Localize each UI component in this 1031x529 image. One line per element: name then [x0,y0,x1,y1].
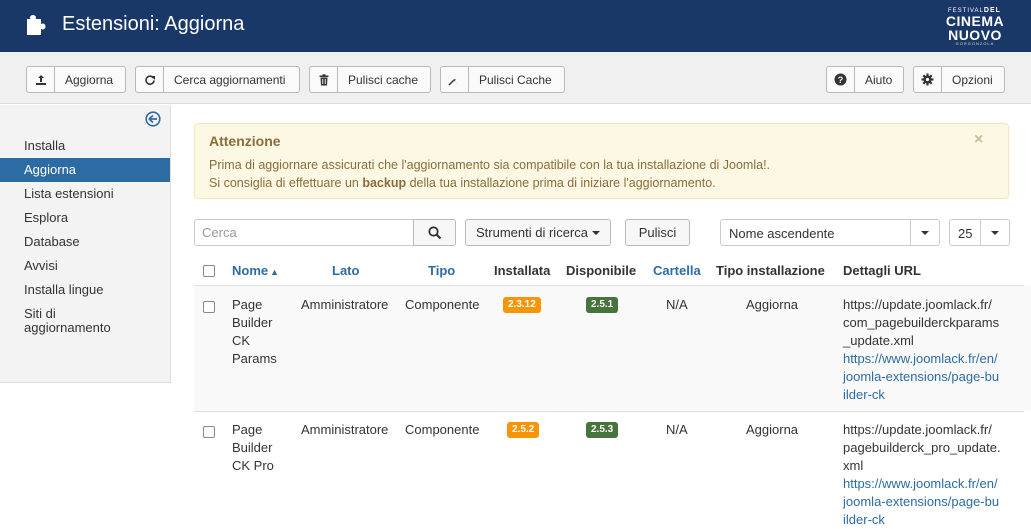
sidebar-item-avvisi[interactable]: Avvisi [0,254,170,278]
upload-icon [27,67,55,92]
list-limit-select[interactable]: 25 [949,219,1010,246]
extension-name: Page Builder CK Pro [232,422,274,473]
search-icon [427,225,441,239]
clear-filters-button[interactable]: Pulisci [625,219,690,246]
question-icon: ? [827,67,855,92]
warning-alert: Attenzione Prima di aggiornare assicurat… [194,123,1009,199]
puzzle-icon [27,15,46,35]
sidebar-item-installa[interactable]: Installa [0,134,170,158]
extension-folder: N/A [666,422,688,437]
collapse-sidebar-icon[interactable] [145,111,161,127]
column-header-available: Disponibile [566,263,637,278]
toolbar: Aggiorna Cerca aggiornamenti Pulisci cac… [0,52,1031,104]
extension-folder: N/A [666,297,688,312]
row-checkbox[interactable] [203,301,215,313]
alert-close-button[interactable]: × [974,131,983,149]
search-input[interactable]: Cerca [194,219,414,246]
table-divider [194,411,1024,412]
search-tools-button[interactable]: Strumenti di ricerca [465,219,611,246]
available-version-badge: 2.5.1 [586,297,619,313]
info-url-link[interactable]: https://www.joomlack.fr/en/ joomla-exten… [843,475,1011,529]
festival-logo: FESTIVALDEL CINEMA NUOVO GORGONZOLA [945,7,1005,46]
available-version-badge: 2.5.3 [586,422,619,438]
extension-type: Componente [405,297,480,312]
caret-down-icon [980,220,1009,245]
sidebar: Installa Aggiorna Lista estensioni Esplo… [0,105,171,383]
installed-version-badge: 2.3.12 [503,297,541,313]
extension-client: Amministratore [301,297,389,312]
alert-heading: Attenzione [209,133,281,149]
clear-cache-button[interactable]: Pulisci Cache [440,66,565,93]
sidebar-item-aggiorna[interactable]: Aggiorna [0,158,170,182]
extension-install-type: Aggiorna [746,422,799,437]
installed-version-badge: 2.5.2 [507,422,540,438]
caret-down-icon [591,230,600,235]
column-header-details: Dettagli URL [843,263,921,278]
caret-down-icon [910,220,939,245]
update-button[interactable]: Aggiorna [26,66,126,93]
sidebar-menu: Installa Aggiorna Lista estensioni Esplo… [0,134,170,340]
search-button[interactable] [413,219,456,246]
details-url: https://update.joomlack.fr/ com_pagebuil… [843,296,1011,404]
alert-message-line1: Prima di aggiornare assicurati che l'agg… [209,158,771,172]
gear-icon [914,67,942,92]
column-header-type[interactable]: Tipo [428,263,455,278]
column-header-folder[interactable]: Cartella [653,263,701,278]
extension-name: Page Builder CK Params [232,297,277,366]
options-button[interactable]: Opzioni [913,66,1005,93]
refresh-icon [136,67,164,92]
find-updates-button[interactable]: Cerca aggiornamenti [135,66,300,93]
sidebar-item-siti-aggiornamento[interactable]: Siti di aggiornamento [0,302,111,340]
sidebar-item-database[interactable]: Database [0,230,170,254]
help-button[interactable]: ? Aiuto [826,66,904,93]
row-checkbox[interactable] [203,426,215,438]
sidebar-item-esplora[interactable]: Esplora [0,206,170,230]
column-header-name[interactable]: Nome ▲ [232,263,279,278]
extension-install-type: Aggiorna [746,297,799,312]
sidebar-item-installa-lingue[interactable]: Installa lingue [0,278,170,302]
extension-client: Amministratore [301,422,389,437]
sort-asc-icon: ▲ [270,267,280,277]
header-bar: Estensioni: Aggiorna FESTIVALDEL CINEMA … [0,0,1031,52]
column-header-installed: Installata [494,263,551,278]
details-url: https://update.joomlack.fr/ pagebuilderc… [843,421,1011,529]
lightning-icon [441,67,469,92]
column-header-client[interactable]: Lato [332,263,359,278]
purge-cache-button[interactable]: Pulisci cache [309,66,431,93]
ordering-select[interactable]: Nome ascendente [720,219,940,246]
alert-message-line2: Si consiglia di effettuare un backup del… [209,176,716,190]
column-header-install-type: Tipo installazione [716,263,825,278]
page-title: Estensioni: Aggiorna [62,13,245,35]
select-all-checkbox[interactable] [203,265,215,277]
extension-type: Componente [405,422,480,437]
svg-text:?: ? [838,75,844,85]
sidebar-item-lista-estensioni[interactable]: Lista estensioni [0,182,170,206]
trash-icon [310,67,338,92]
info-url-link[interactable]: https://www.joomlack.fr/en/ joomla-exten… [843,350,1011,404]
